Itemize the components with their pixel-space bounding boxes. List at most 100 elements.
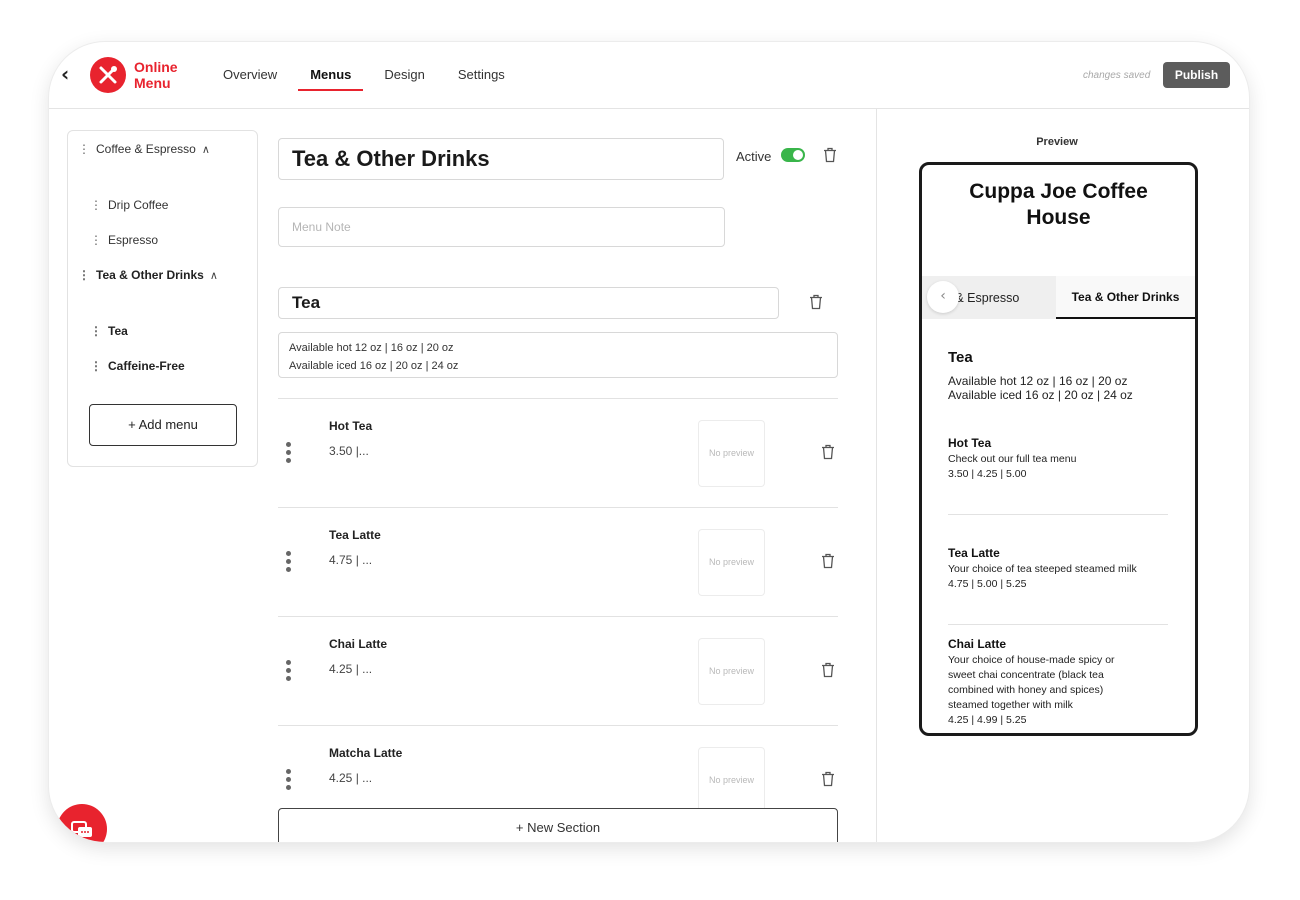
drag-handle-icon[interactable]: ⋮ [90, 198, 102, 212]
top-header: ‹ Online Menu Overview Menus Design Sett… [49, 42, 1249, 109]
back-arrow-icon[interactable]: ‹ [61, 64, 81, 84]
tab-design[interactable]: Design [370, 42, 438, 109]
sidebar-item-label: Tea [108, 324, 128, 338]
drag-handle-icon[interactable]: ⋮ [90, 324, 102, 338]
save-status: changes saved [1083, 70, 1151, 81]
new-section-button[interactable]: + New Section [278, 808, 838, 842]
section-title-input[interactable]: Tea [278, 287, 779, 319]
drag-handle-icon[interactable]: ⋮ [78, 268, 90, 282]
preview-section-description: Available hot 12 oz | 16 oz | 20 oz Avai… [948, 374, 1133, 402]
preview-item: Chai Latte Your choice of house-made spi… [948, 637, 1172, 728]
preview-item-description: Your choice of house-made spicy or [948, 654, 1115, 666]
sidebar-menu-label: Coffee & Espresso [96, 142, 196, 156]
brand-line-1: Online [134, 59, 178, 75]
preview-item-description: sweet chai concentrate (black tea [948, 669, 1104, 681]
section-description-line: Available hot 12 oz | 16 oz | 20 oz [289, 342, 454, 354]
active-toggle[interactable] [781, 148, 805, 162]
drag-handle-icon[interactable]: ⋮ [78, 142, 90, 156]
menu-item-row[interactable]: Hot Tea 3.50 |... No preview [278, 398, 838, 507]
preview-item-description: combined with honey and spices) [948, 684, 1104, 696]
item-image-preview[interactable]: No preview [698, 638, 765, 705]
chevron-up-icon[interactable]: ∧ [210, 270, 218, 282]
preview-section-line: Available iced 16 oz | 20 oz | 24 oz [948, 388, 1133, 402]
section-description-line: Available iced 16 oz | 20 oz | 24 oz [289, 360, 459, 372]
item-price: 4.25 | ... [329, 662, 373, 676]
menu-item-row[interactable]: Chai Latte 4.25 | ... No preview [278, 616, 838, 725]
divider [948, 514, 1168, 515]
drag-handle-icon[interactable]: ⋮ [90, 359, 102, 373]
sidebar-item-label: Drip Coffee [108, 198, 169, 212]
tab-menus[interactable]: Menus [296, 42, 365, 109]
trash-icon[interactable] [821, 662, 835, 678]
sidebar-item-label: Espresso [108, 233, 159, 247]
brand-logo [90, 57, 126, 93]
item-image-preview[interactable]: No preview [698, 529, 765, 596]
sidebar-item-tea[interactable]: ⋮ Tea [90, 324, 128, 338]
preview-item-prices: 4.25 | 4.99 | 5.25 [948, 714, 1027, 726]
chat-button[interactable] [57, 804, 107, 842]
trash-icon[interactable] [821, 771, 835, 787]
item-name: Tea Latte [329, 528, 381, 542]
tab-settings[interactable]: Settings [444, 42, 519, 109]
item-name: Hot Tea [329, 419, 373, 433]
preview-item-name: Tea Latte [948, 546, 1000, 560]
preview-item-name: Hot Tea [948, 436, 992, 450]
shop-name-line: House [1026, 206, 1091, 229]
active-label: Active [736, 149, 772, 164]
trash-icon[interactable] [809, 294, 823, 310]
preview-section-line: Available hot 12 oz | 16 oz | 20 oz [948, 374, 1128, 388]
shop-name-line: Cuppa Joe Coffee [969, 180, 1148, 203]
preview-item-description: Your choice of tea steeped steamed milk [948, 563, 1137, 575]
publish-button[interactable]: Publish [1163, 62, 1230, 88]
item-image-preview[interactable]: No preview [698, 420, 765, 487]
chat-icon [71, 821, 92, 837]
preview-item-description: steamed together with milk [948, 699, 1073, 711]
preview-item-prices: 4.75 | 5.00 | 5.25 [948, 578, 1027, 590]
preview-menu-tabs: ee & Espresso ‹ Tea & Other Drinks [922, 276, 1195, 319]
sidebar-menu-tea[interactable]: ⋮ Tea & Other Drinks ∧ [78, 268, 218, 282]
drag-handle-icon[interactable] [286, 551, 292, 575]
trash-icon[interactable] [821, 553, 835, 569]
phone-preview: Cuppa Joe Coffee House ee & Espresso ‹ T… [919, 162, 1198, 736]
chevron-left-icon[interactable]: ‹ [927, 281, 959, 313]
preview-item-description: Check out our full tea menu [948, 453, 1077, 465]
tab-overview[interactable]: Overview [209, 42, 291, 109]
sidebar-menu-coffee[interactable]: ⋮ Coffee & Espresso ∧ [78, 142, 210, 156]
section-description-textarea[interactable]: Available hot 12 oz | 16 oz | 20 oz Avai… [278, 332, 838, 378]
fork-knife-icon [99, 66, 117, 84]
divider [948, 624, 1168, 625]
add-menu-button[interactable]: + Add menu [89, 404, 237, 446]
preview-section-title: Tea [948, 349, 973, 366]
preview-tab-tea[interactable]: Tea & Other Drinks [1056, 276, 1195, 319]
drag-handle-icon[interactable] [286, 442, 292, 466]
item-price: 4.25 | ... [329, 771, 373, 785]
sidebar-item-label: Caffeine-Free [108, 359, 185, 373]
preview-label: Preview [1036, 136, 1078, 148]
item-image-preview[interactable]: No preview [698, 747, 765, 814]
drag-handle-icon[interactable] [286, 660, 292, 684]
drag-handle-icon[interactable] [286, 769, 292, 793]
sidebar-item-caffeine-free[interactable]: ⋮ Caffeine-Free [90, 359, 185, 373]
menu-note-input[interactable]: Menu Note [278, 207, 725, 247]
menu-title-input[interactable]: Tea & Other Drinks [278, 138, 724, 180]
trash-icon[interactable] [823, 147, 837, 163]
sidebar-item-espresso[interactable]: ⋮ Espresso [90, 233, 158, 247]
menu-sidebar: ⋮ Coffee & Espresso ∧ ⋮ Drip Coffee ⋮ Espres… [67, 130, 258, 467]
preview-item-prices: 3.50 | 4.25 | 5.00 [948, 468, 1027, 480]
shop-name: Cuppa Joe Coffee House [922, 179, 1195, 231]
item-price: 4.75 | ... [329, 553, 373, 567]
menu-item-row[interactable]: Tea Latte 4.75 | ... No preview [278, 507, 838, 616]
brand-line-2: Menu [134, 75, 171, 91]
sidebar-item-drip-coffee[interactable]: ⋮ Drip Coffee [90, 198, 168, 212]
app-window: ‹ Online Menu Overview Menus Design Sett… [49, 42, 1249, 842]
preview-item: Tea Latte Your choice of tea steeped ste… [948, 546, 1172, 592]
sidebar-menu-label: Tea & Other Drinks [96, 268, 204, 282]
drag-handle-icon[interactable]: ⋮ [90, 233, 102, 247]
preview-item-name: Chai Latte [948, 637, 1007, 651]
chevron-up-icon[interactable]: ∧ [202, 144, 210, 156]
item-name: Chai Latte [329, 637, 388, 651]
preview-panel: Preview Cuppa Joe Coffee House ee & Espr… [876, 109, 1249, 842]
trash-icon[interactable] [821, 444, 835, 460]
preview-item: Hot Tea Check out our full tea menu 3.50… [948, 436, 1172, 482]
brand-name: Online Menu [134, 59, 178, 91]
